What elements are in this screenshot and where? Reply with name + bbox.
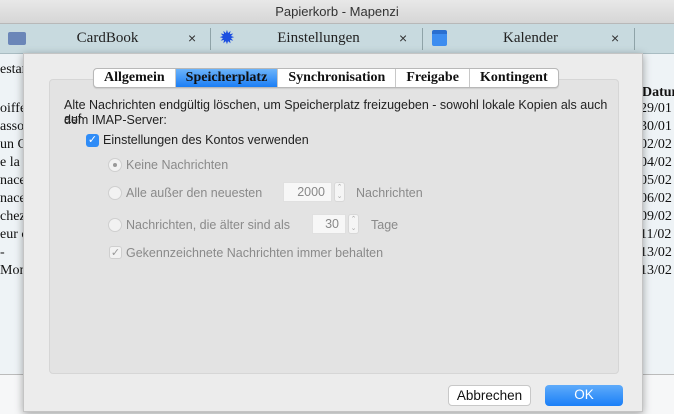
use-account-settings-label: Einstellungen des Kontos verwenden [103, 133, 309, 147]
tab-speicherplatz[interactable]: Speicherplatz [175, 69, 279, 87]
list-cell: nace [0, 173, 26, 188]
close-icon[interactable]: × [611, 24, 619, 52]
days-stepper[interactable]: ⌃ ⌄ [348, 214, 359, 234]
list-cell: 02/02 [640, 137, 672, 152]
radio-aelter-als[interactable] [108, 218, 122, 232]
close-icon[interactable]: × [399, 24, 407, 52]
radio-label: Keine Nachrichten [126, 158, 229, 172]
window-title: Papierkorb - Mapenzi [0, 0, 674, 24]
gear-icon: ✹ [219, 27, 235, 49]
radio-label: Nachrichten, die älter sind als [126, 218, 290, 232]
list-cell: 29/01 [640, 101, 672, 116]
list-cell: 09/02 [640, 209, 672, 224]
description-text-2: dem IMAP-Server: [64, 113, 167, 127]
calendar-icon [432, 30, 447, 46]
tab-divider [634, 28, 635, 50]
radio-alle-ausser-neuesten[interactable] [108, 186, 122, 200]
list-cell: asso [0, 119, 25, 134]
tab-synchronisation[interactable]: Synchronisation [278, 69, 397, 87]
radio-keine-nachrichten[interactable] [108, 158, 122, 172]
tab-cardbook[interactable]: CardBook × [0, 24, 210, 54]
close-icon[interactable]: × [188, 24, 196, 52]
keep-flagged-label: Gekennzeichnete Nachrichten immer behalt… [126, 246, 384, 260]
account-settings-dialog: Alte Nachrichten endgültig löschen, um S… [23, 53, 643, 412]
app-tab-bar: CardBook × ✹ Einstellungen × Kalender × [0, 24, 674, 54]
newest-count-input[interactable]: 2000 [283, 182, 332, 202]
settings-tabs: Allgemein Speicherplatz Synchronisation … [93, 68, 559, 88]
ok-button[interactable]: OK [545, 385, 623, 406]
list-cell: 04/02 [640, 155, 672, 170]
cancel-button[interactable]: Abbrechen [448, 385, 531, 406]
suffix-label: Nachrichten [356, 186, 423, 200]
list-cell: 05/02 [640, 173, 672, 188]
tab-kalender[interactable]: Kalender × [423, 24, 634, 54]
tab-einstellungen[interactable]: ✹ Einstellungen × [211, 24, 422, 54]
list-cell: 11/02 [640, 227, 672, 242]
use-account-settings-checkbox[interactable]: ✓ [86, 134, 99, 147]
list-cell: 13/02 [640, 263, 672, 278]
list-cell: nace [0, 191, 26, 206]
list-cell: 30/01 [640, 119, 672, 134]
tab-kontingent[interactable]: Kontingent [470, 69, 558, 87]
list-cell: 06/02 [640, 191, 672, 206]
tab-allgemein[interactable]: Allgemein [94, 69, 176, 87]
days-input[interactable]: 30 [312, 214, 346, 234]
contacts-icon [8, 32, 26, 45]
list-cell: - [0, 245, 5, 260]
suffix-label: Tage [371, 218, 399, 232]
newest-count-stepper[interactable]: ⌃ ⌄ [334, 182, 345, 202]
keep-flagged-checkbox[interactable]: ✓ [109, 246, 122, 259]
tab-freigabe[interactable]: Freigabe [396, 69, 470, 87]
list-cell: 13/02 [640, 245, 672, 260]
list-cell: chez [0, 209, 26, 224]
radio-label: Alle außer den neuesten [126, 186, 263, 200]
settings-panel: Alte Nachrichten endgültig löschen, um S… [49, 79, 619, 374]
